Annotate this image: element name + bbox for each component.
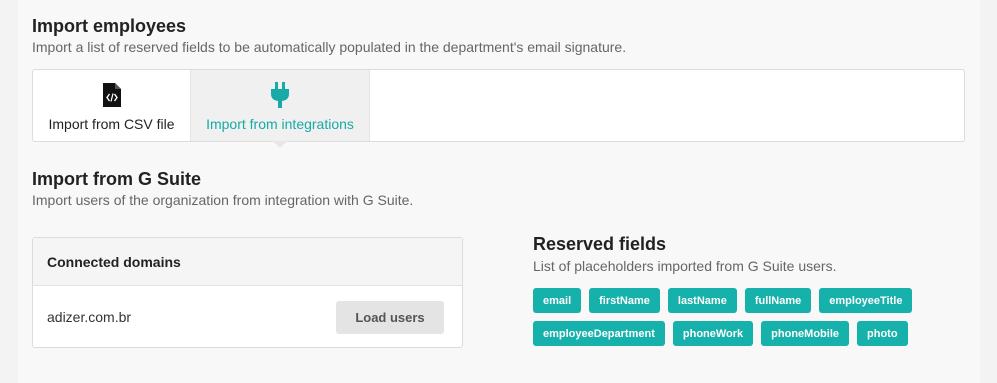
reserved-fields-list: email firstName lastName fullName employ…: [533, 288, 953, 354]
tab-import-integrations[interactable]: Import from integrations: [190, 70, 370, 141]
field-chip-employeetitle: employeeTitle: [819, 288, 913, 313]
code-file-icon: [102, 82, 121, 108]
field-chip-firstname: firstName: [589, 288, 660, 313]
connected-domains-card: Connected domains adizer.com.br Load use…: [32, 237, 463, 348]
field-chip-lastname: lastName: [667, 288, 737, 313]
reserved-fields-subtitle: List of placeholders imported from G Sui…: [533, 258, 837, 274]
page-subtitle: Import a list of reserved fields to be a…: [32, 39, 627, 55]
gsuite-title: Import from G Suite: [32, 169, 202, 189]
field-chip-photo: photo: [857, 321, 908, 346]
import-tabs: Import from CSV file Import from integra…: [32, 69, 965, 142]
active-tab-indicator: [273, 141, 287, 148]
load-users-button[interactable]: Load users: [336, 300, 444, 334]
tab-import-csv-label: Import from CSV file: [48, 116, 175, 132]
reserved-fields-title: Reserved fields: [533, 234, 667, 254]
connected-domains-header: Connected domains: [33, 238, 462, 286]
tab-import-integrations-label: Import from integrations: [206, 116, 354, 132]
field-chip-employeedepartment: employeeDepartment: [533, 321, 665, 346]
field-chip-fullname: fullName: [744, 288, 812, 313]
field-chip-email: email: [533, 288, 582, 313]
reserved-fields-row: employeeDepartment phoneWork phoneMobile…: [533, 321, 953, 346]
plug-icon: [270, 82, 290, 108]
page-title: Import employees: [32, 16, 187, 36]
tab-import-csv[interactable]: Import from CSV file: [33, 70, 190, 141]
domain-name: adizer.com.br: [47, 309, 132, 325]
field-chip-phonemobile: phoneMobile: [761, 321, 849, 346]
field-chip-phonework: phoneWork: [672, 321, 754, 346]
gsuite-subtitle: Import users of the organization from in…: [32, 192, 414, 208]
domain-row: adizer.com.br Load users: [33, 286, 462, 348]
reserved-fields-row: email firstName lastName fullName employ…: [533, 288, 953, 313]
